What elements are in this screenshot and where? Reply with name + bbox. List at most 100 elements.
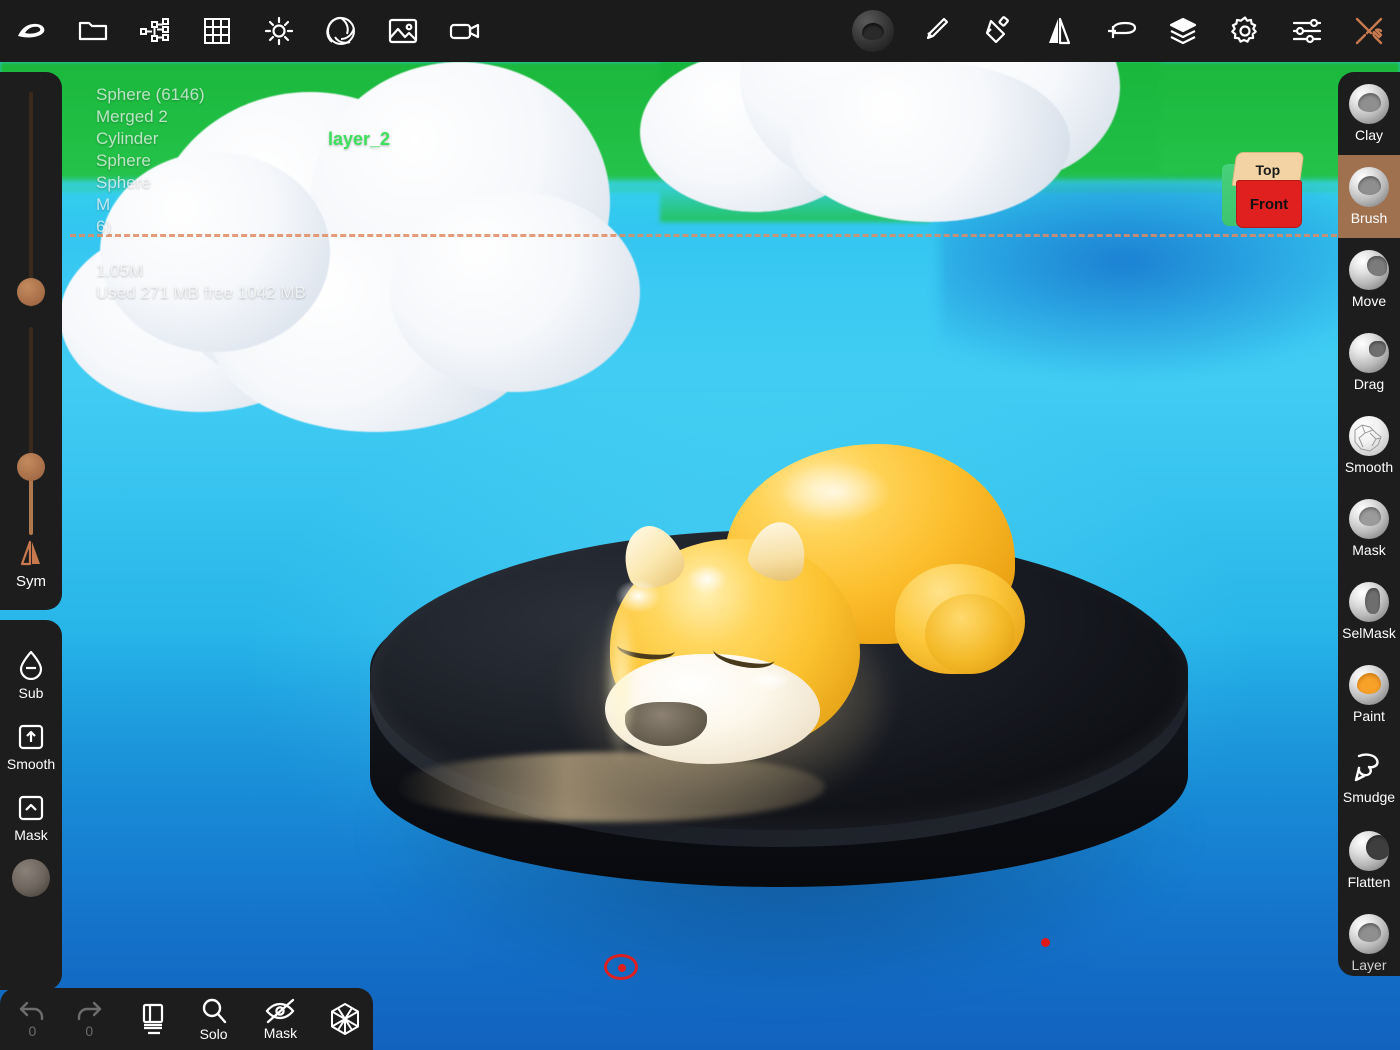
smooth-sphere-icon [1349,416,1389,456]
mask-up-key-icon [17,794,45,822]
tool-label: SelMask [1342,625,1396,641]
sliders-icon[interactable] [1276,0,1338,62]
video-camera-icon[interactable] [434,0,496,62]
intensity-slider-knob[interactable] [17,453,45,481]
dog-highlight-3 [745,669,791,691]
move-sphere-icon [1349,250,1389,290]
layer-sphere-icon [1349,914,1389,954]
brush-cursor-ring [604,954,638,980]
polyhedron-icon [328,1002,362,1036]
solo-button[interactable]: Solo [182,988,244,1050]
cloud-top [640,62,1110,242]
paint-sphere-icon [1349,665,1389,705]
smooth-modifier-button[interactable]: Smooth [0,723,62,772]
material-ball[interactable] [12,859,50,897]
redo-button[interactable]: 0 [61,988,118,1050]
undo-button[interactable]: 0 [4,988,61,1050]
symmetry-label: Sym [16,573,46,590]
navigation-cube-gizmo[interactable]: Top Front [1222,152,1306,232]
tool-label: Brush [1351,210,1388,226]
redo-count: 0 [85,1023,93,1039]
sub-label: Sub [19,685,44,701]
shiba-dog-model[interactable] [595,444,1025,804]
smooth-label: Smooth [7,756,55,772]
mask-sphere-icon [1349,499,1389,539]
image-icon[interactable] [372,0,434,62]
mirror-icon[interactable] [1028,0,1090,62]
tool-label: Move [1352,293,1386,309]
app-root: Sphere (6146) Merged 2 Cylinder Sphere S… [0,0,1400,1050]
layers-panel-button[interactable] [126,988,183,1050]
smooth-up-key-icon [17,723,45,751]
wireframe-button[interactable] [316,988,373,1050]
tool-smudge[interactable]: Smudge [1338,736,1400,819]
eye-slash-icon [264,998,296,1024]
tool-layer[interactable]: Layer [1338,902,1400,976]
top-toolbar-right-group [842,0,1400,62]
tool-brush[interactable]: Brush [1338,155,1400,238]
layers-book-icon [138,1002,170,1036]
flatten-sphere-icon [1349,831,1389,871]
nav-cube-front-face[interactable]: Front [1236,180,1302,228]
tool-flatten[interactable]: Flatten [1338,819,1400,902]
sub-modifier-button[interactable]: Sub [0,650,62,701]
solo-label: Solo [200,1026,228,1042]
cloud-left [60,62,660,452]
bottom-toolbar: 0 0 [0,988,373,1050]
tool-mask[interactable]: Mask [1338,487,1400,570]
tool-label: Layer [1351,957,1386,973]
redo-arrow-icon [75,1000,103,1022]
radius-slider-knob[interactable] [17,278,45,306]
left-modifier-panel: Sub Smooth Mask [0,620,62,990]
undo-arrow-icon [18,1000,46,1022]
brush-icon[interactable] [904,0,966,62]
tool-label: Flatten [1348,874,1391,890]
mask-label: Mask [264,1025,297,1041]
tool-label: Smudge [1343,789,1395,805]
brush-sphere-icon [1349,167,1389,207]
viewport-3d-canvas[interactable]: Sphere (6146) Merged 2 Cylinder Sphere S… [0,62,1400,1050]
mask-label: Mask [14,827,47,843]
paint-bucket-icon[interactable] [966,0,1028,62]
tool-selmask[interactable]: SelMask [1338,570,1400,653]
topology-icon[interactable] [124,0,186,62]
drag-sphere-icon [1349,333,1389,373]
tool-label: Paint [1353,708,1385,724]
pivot-marker-dot [1041,938,1050,947]
tool-label: Mask [1352,542,1385,558]
tool-smooth[interactable]: Smooth [1338,404,1400,487]
lasso-flag-icon[interactable] [1090,0,1152,62]
grid-icon[interactable] [186,0,248,62]
wrench-screwdriver-icon[interactable] [1338,0,1400,62]
mask-modifier-button[interactable]: Mask [0,794,62,843]
tool-label: Clay [1355,127,1383,143]
folder-icon[interactable] [62,0,124,62]
radius-slider[interactable] [0,92,62,322]
symmetry-guide-line [70,234,1400,237]
symmetry-icon [16,539,46,567]
symmetry-toggle-button[interactable]: Sym [0,524,62,604]
gear-icon[interactable] [1214,0,1276,62]
left-slider-panel: Sym [0,72,62,610]
aperture-icon[interactable] [310,0,372,62]
right-tool-palette: Clay Brush Move Drag Smooth [1338,72,1400,976]
material-sphere-icon[interactable] [842,0,904,62]
dog-front-paw [905,639,981,691]
smudge-icon [1350,750,1388,786]
tool-move[interactable]: Move [1338,238,1400,321]
dog-highlight-2 [687,564,727,594]
tool-label: Drag [1354,376,1384,392]
tool-label: Smooth [1345,459,1393,475]
brush-cursor-center-dot [618,964,626,972]
top-toolbar [0,0,1400,62]
mask-visibility-button[interactable]: Mask [245,988,316,1050]
tool-clay[interactable]: Clay [1338,72,1400,155]
nomad-logo-icon[interactable] [0,0,62,62]
tool-drag[interactable]: Drag [1338,321,1400,404]
layers-icon[interactable] [1152,0,1214,62]
tool-paint[interactable]: Paint [1338,653,1400,736]
nav-cube-front-label: Front [1237,181,1301,229]
intensity-slider[interactable] [0,327,62,527]
sun-icon[interactable] [248,0,310,62]
dog-highlight-1 [615,579,661,613]
